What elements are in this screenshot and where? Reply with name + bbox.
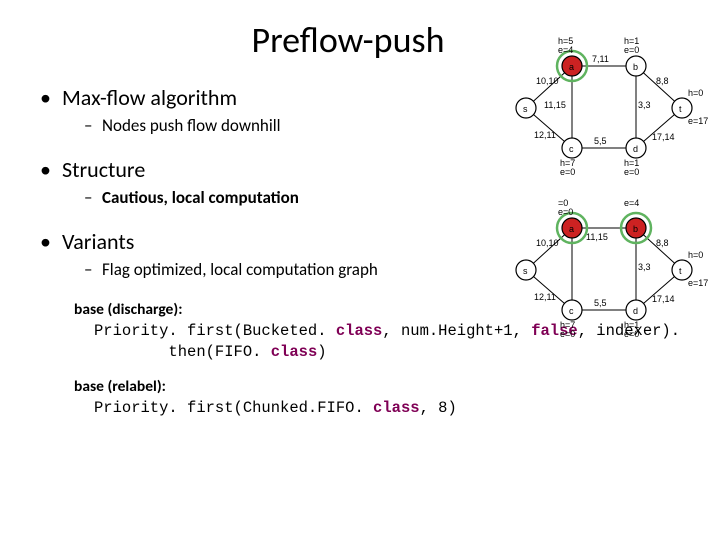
code-label: base (relabel):: [74, 377, 166, 396]
code-keyword: class: [271, 343, 318, 361]
node-b: b: [633, 224, 638, 234]
code-keyword: class: [336, 322, 383, 340]
edge-label: 8,8: [656, 76, 669, 86]
edge-label: 3,3: [638, 100, 651, 110]
node-c: c: [569, 306, 574, 316]
node-label: h=0: [688, 250, 703, 260]
edge-label: 11,15: [586, 232, 608, 242]
code-frag: then(FIFO.: [168, 343, 270, 361]
node-s: s: [523, 104, 528, 114]
node-label: e=4: [558, 45, 573, 55]
code-frag: , 8): [420, 399, 457, 417]
node-label: e=0: [560, 329, 575, 339]
node-a: a: [569, 62, 574, 72]
code-frag: ): [317, 343, 326, 361]
code-keyword: class: [373, 399, 420, 417]
node-label: e=0: [624, 167, 639, 177]
node-label: e=17: [688, 278, 708, 288]
bullet-text: Max-flow algorithm: [62, 84, 237, 111]
node-label: e=0: [624, 45, 639, 55]
graph-lower: 10,10 12,11 11,15 5,5 8,8 17,14 3,3 s a …: [496, 198, 706, 338]
node-label: e=0: [624, 329, 639, 339]
node-d: d: [633, 306, 638, 316]
node-label: e=0: [558, 207, 573, 217]
node-label: e=0: [560, 167, 575, 177]
edge-label: 17,14: [652, 294, 675, 304]
bullet-text: Structure: [62, 156, 145, 183]
node-d: d: [633, 144, 638, 154]
edge-label: 11,15: [544, 100, 566, 110]
code-label: base (discharge):: [74, 300, 182, 319]
edge-label: 12,11: [534, 130, 556, 140]
edge-label: 10,10: [536, 238, 559, 248]
code-frag: Priority. first(Bucketed.: [94, 322, 336, 340]
sub-text: Nodes push flow downhill: [102, 115, 281, 136]
edge-label: 5,5: [594, 298, 607, 308]
bullet-text: Variants: [62, 228, 134, 255]
node-a: a: [569, 224, 574, 234]
edge-label: 17,14: [652, 132, 675, 142]
node-b: b: [633, 62, 638, 72]
edge-label: 10,10: [536, 76, 559, 86]
node-label: h=0: [688, 88, 703, 98]
node-label: e=4: [624, 198, 639, 208]
node-s: s: [523, 266, 528, 276]
node-label: e=17: [688, 116, 708, 126]
sub-text: Cautious, local computation: [102, 187, 299, 208]
edge-label: 7,11: [592, 54, 609, 64]
node-c: c: [569, 144, 574, 154]
edge-label: 8,8: [656, 238, 669, 248]
graph-upper: 10,10 12,11 7,11 5,5 8,8 17,14 3,3 11,15…: [496, 36, 706, 176]
code-line: Priority. first(Chunked.FIFO. class, 8): [94, 398, 692, 419]
edge-label: 5,5: [594, 136, 607, 146]
code-relabel: base (relabel): Priority. first(Chunked.…: [74, 377, 692, 419]
edge-label: 3,3: [638, 262, 651, 272]
sub-text: Flag optimized, local computation graph: [102, 259, 378, 280]
code-frag: Priority. first(Chunked.FIFO.: [94, 399, 373, 417]
edge-label: 12,11: [534, 292, 556, 302]
